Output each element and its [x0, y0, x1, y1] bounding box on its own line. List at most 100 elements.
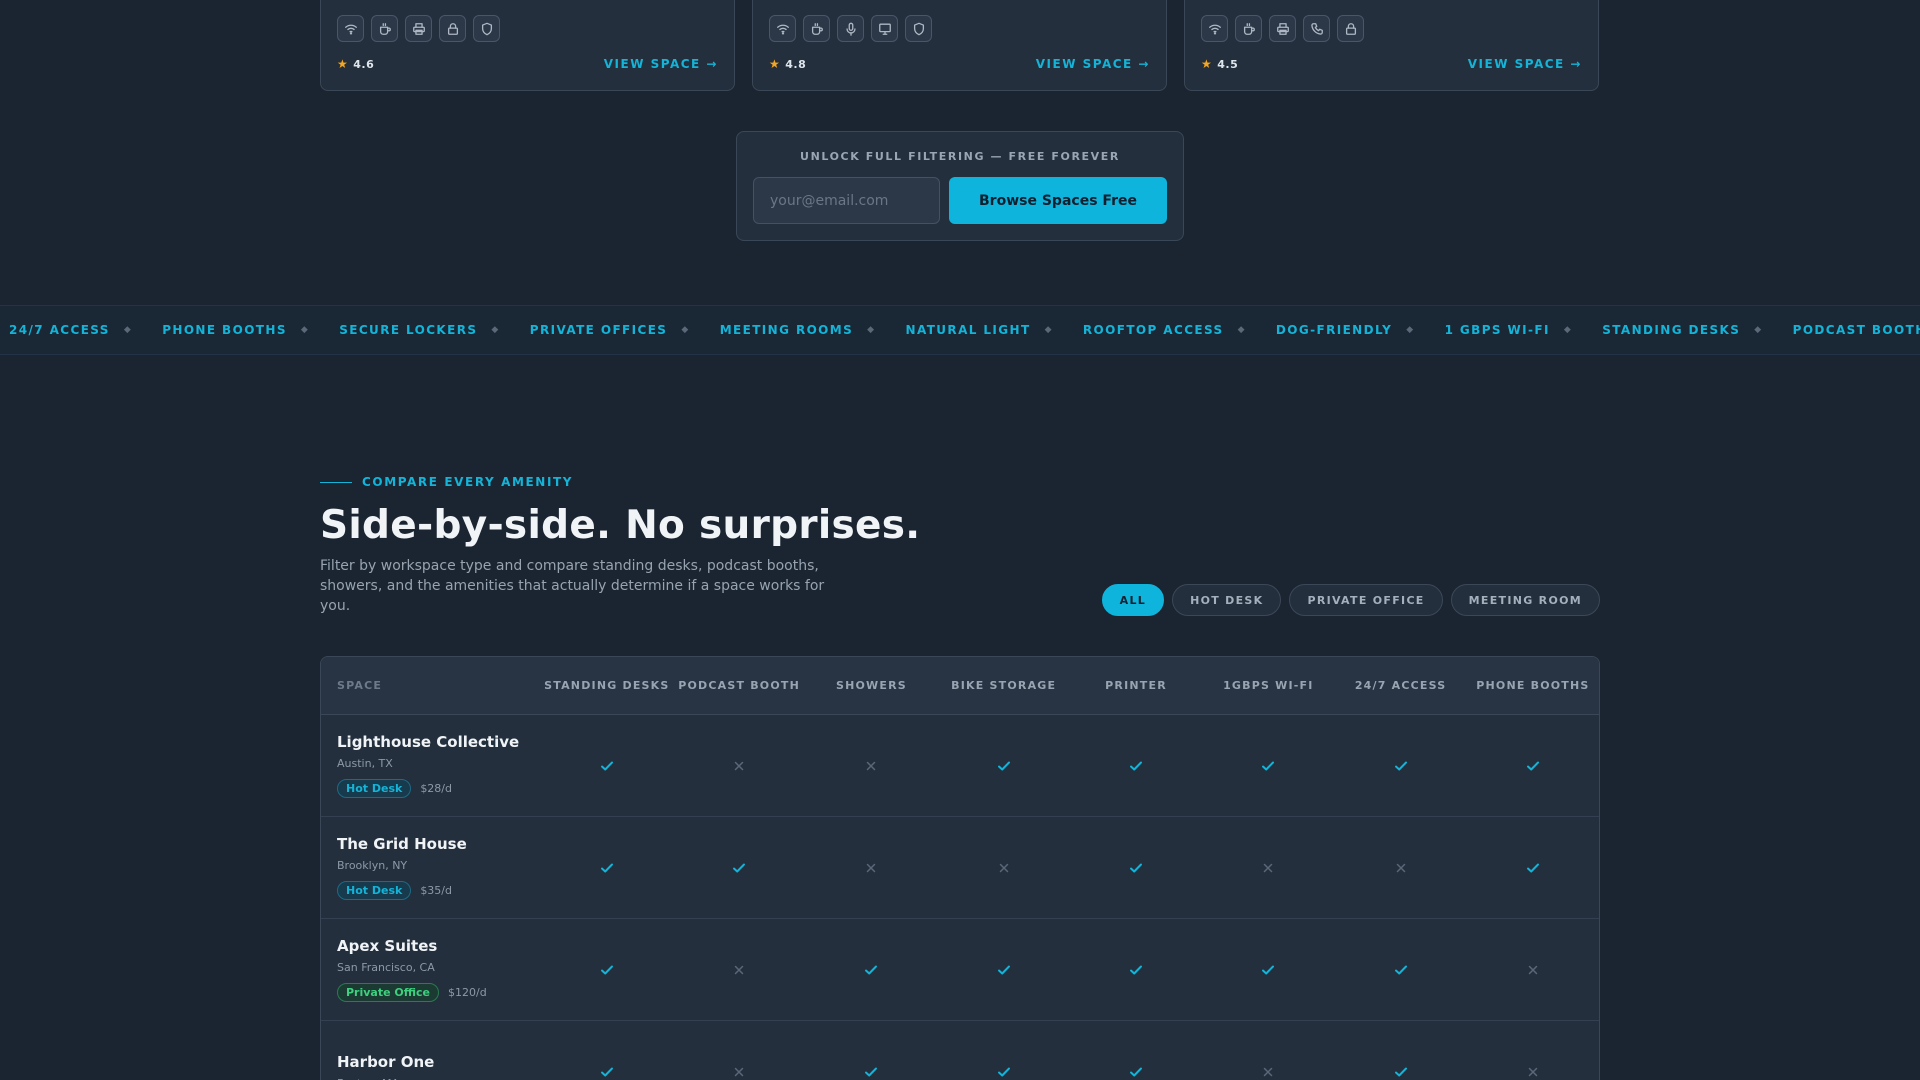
space-location: San Francisco, CA	[337, 961, 435, 974]
type-filters: ALL HOT DESK PRIVATE OFFICE MEETING ROOM	[1101, 584, 1600, 616]
cross-icon	[938, 860, 1070, 876]
wifi-icon	[1201, 15, 1228, 42]
view-space-link[interactable]: VIEW SPACE →	[1036, 57, 1150, 71]
rating-value: 4.5	[1217, 57, 1239, 71]
check-icon	[1334, 962, 1466, 978]
ticker-label: ROOFTOP ACCESS	[1082, 323, 1224, 337]
check-icon	[1334, 1064, 1466, 1080]
rating-value: 4.8	[785, 57, 807, 71]
cross-icon	[1467, 962, 1599, 978]
diamond-icon: ◆	[1237, 325, 1246, 335]
wifi-icon	[769, 15, 796, 42]
cross-icon	[673, 758, 805, 774]
ticker-label: 24/7 ACCESS	[9, 323, 110, 337]
space-cell: Lighthouse Collective Austin, TX Hot Desk $…	[321, 733, 541, 798]
check-icon	[541, 962, 673, 978]
column-header: BIKE STORAGE	[951, 678, 1057, 692]
printer-icon	[1269, 15, 1296, 42]
ticker-item: 1 GBPS WI-FI ◆	[1445, 323, 1603, 337]
ticker-label: PRIVATE OFFICES	[529, 323, 668, 337]
space-price: $28/d	[420, 782, 452, 795]
amenity-icons	[337, 15, 500, 42]
space-cards: ★ 4.6 VIEW SPACE → ★ 4.8 VIEW SPACE → ★ 4.5…	[320, 0, 1600, 91]
rating: ★ 4.5	[1201, 57, 1238, 71]
space-name: Harbor One	[337, 1053, 435, 1071]
wifi-icon	[337, 15, 364, 42]
ticker-item: ROOFTOP ACCESS ◆	[1083, 323, 1276, 337]
diamond-icon: ◆	[1044, 325, 1053, 335]
ticker-label: 1 GBPS WI-FI	[1444, 323, 1550, 337]
diamond-icon: ◆	[1406, 325, 1415, 335]
cross-icon	[805, 758, 937, 774]
ticker-item: STANDING DESKS ◆	[1602, 323, 1792, 337]
ticker-item: MEETING ROOMS ◆	[720, 323, 906, 337]
check-icon	[805, 962, 937, 978]
space-location: Brooklyn, NY	[337, 859, 408, 872]
check-icon	[938, 962, 1070, 978]
cross-icon	[673, 962, 805, 978]
check-icon	[1070, 1064, 1202, 1080]
ticker-label: NATURAL LIGHT	[905, 323, 1031, 337]
check-icon	[1070, 962, 1202, 978]
space-card: ★ 4.5 VIEW SPACE →	[1184, 0, 1599, 91]
check-icon	[541, 860, 673, 876]
filter-hot-desk[interactable]: HOT DESK	[1172, 584, 1282, 616]
lock-icon	[1337, 15, 1364, 42]
table-row[interactable]: Harbor OneBoston, MA	[321, 1021, 1599, 1080]
rating: ★ 4.8	[769, 57, 806, 71]
ticker-label: STANDING DESKS	[1602, 323, 1741, 337]
ticker-item: DOG-FRIENDLY ◆	[1276, 323, 1445, 337]
space-price: $120/d	[448, 986, 487, 999]
section-eyebrow: COMPARE EVERY AMENITY	[320, 475, 573, 489]
microphone-icon	[837, 15, 864, 42]
filter-meeting-room[interactable]: MEETING ROOM	[1450, 584, 1600, 616]
space-name: Lighthouse Collective	[337, 733, 520, 751]
ticker-track: 24/7 ACCESS ◆ PHONE BOOTHS ◆ SECURE LOCKERS ◆…	[9, 306, 1920, 354]
rating-value: 4.6	[353, 57, 375, 71]
diamond-icon: ◆	[300, 325, 310, 335]
browse-spaces-button[interactable]: Browse Spaces Free	[949, 177, 1167, 224]
ticker-item: SECURE LOCKERS ◆	[339, 323, 530, 337]
space-location: Austin, TX	[337, 757, 393, 770]
space-type-badge: Hot Desk	[337, 779, 412, 798]
lock-icon	[439, 15, 466, 42]
section-description: Filter by workspace type and compare sta…	[320, 558, 825, 614]
star-icon: ★	[1201, 57, 1213, 71]
check-icon	[1467, 860, 1599, 876]
check-icon	[1334, 758, 1466, 774]
table-row[interactable]: Lighthouse Collective Austin, TX Hot Desk $…	[321, 715, 1599, 817]
column-header: PHONE BOOTHS	[1476, 678, 1590, 692]
check-icon	[938, 1064, 1070, 1080]
space-cell: Harbor OneBoston, MA	[321, 1053, 541, 1080]
ticker-item: PRIVATE OFFICES ◆	[530, 323, 720, 337]
view-space-link[interactable]: VIEW SPACE →	[604, 57, 718, 71]
table-row[interactable]: The Grid House Brooklyn, NY Hot Desk $35/d	[321, 817, 1599, 919]
filter-all[interactable]: ALL	[1101, 584, 1165, 616]
space-type-badge: Hot Desk	[337, 881, 412, 900]
filter-private-office[interactable]: PRIVATE OFFICE	[1289, 584, 1443, 616]
star-icon: ★	[337, 57, 349, 71]
section-title: Side-by-side. No surprises.	[320, 503, 921, 548]
cross-icon	[1202, 860, 1334, 876]
space-name: The Grid House	[337, 835, 467, 853]
space-card: ★ 4.6 VIEW SPACE →	[320, 0, 735, 91]
table-body: Lighthouse Collective Austin, TX Hot Desk $…	[321, 715, 1599, 1080]
check-icon	[938, 758, 1070, 774]
unlock-panel: UNLOCK FULL FILTERING — FREE FOREVER you…	[736, 131, 1184, 241]
ticker-label: SECURE LOCKERS	[339, 323, 478, 337]
check-icon	[1467, 758, 1599, 774]
check-icon	[541, 758, 673, 774]
ticker-item: NATURAL LIGHT ◆	[906, 323, 1083, 337]
check-icon	[673, 860, 805, 876]
column-header: SHOWERS	[835, 678, 907, 692]
email-input[interactable]: your@email.com	[753, 177, 940, 224]
amenity-ticker: 24/7 ACCESS ◆ PHONE BOOTHS ◆ SECURE LOCKERS ◆…	[0, 305, 1920, 355]
table-row[interactable]: Apex Suites San Francisco, CA Private Offi…	[321, 919, 1599, 1021]
space-type-badge: Private Office	[337, 983, 439, 1002]
column-header: PODCAST BOOTH	[678, 678, 800, 692]
diamond-icon: ◆	[867, 325, 876, 335]
view-space-link[interactable]: VIEW SPACE →	[1468, 57, 1582, 71]
ticker-label: DOG-FRIENDLY	[1275, 323, 1393, 337]
shield-icon	[473, 15, 500, 42]
ticker-item: PODCAST BOOTHS	[1793, 323, 1920, 337]
